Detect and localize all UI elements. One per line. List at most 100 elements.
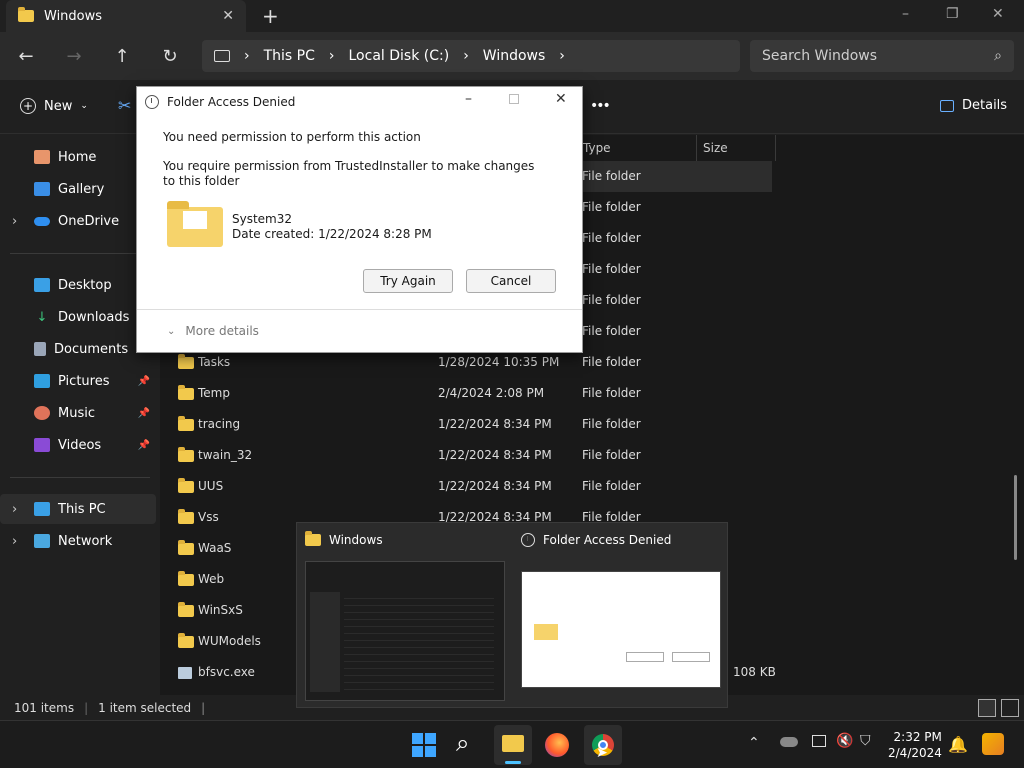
selection-count: 1 item selected [98, 701, 192, 715]
minimize-button[interactable]: – [902, 6, 909, 22]
chevron-right-icon[interactable]: › [12, 214, 17, 229]
breadcrumb-this-pc[interactable]: This PC [264, 48, 315, 64]
preview-dialog-title[interactable]: Folder Access Denied [521, 533, 671, 547]
sidebar-item-home[interactable]: Home [0, 142, 156, 172]
table-row[interactable]: twain_32 1/22/2024 8:34 PM File folder [160, 440, 772, 471]
new-button-label: New [44, 98, 73, 114]
preview-explorer-thumbnail[interactable] [305, 561, 505, 701]
explorer-tab[interactable]: Windows ✕ [6, 0, 246, 32]
details-pane-icon [940, 99, 954, 112]
folder-icon [178, 416, 194, 431]
folder-icon [167, 201, 223, 247]
music-icon [34, 406, 50, 420]
column-header-size[interactable]: Size [696, 135, 776, 161]
preview-explorer-label: Windows [329, 533, 383, 547]
preview-explorer-title[interactable]: Windows [305, 531, 383, 547]
up-button[interactable]: ↑ [106, 40, 138, 72]
sidebar-item-label: Home [58, 149, 97, 165]
table-row[interactable]: tracing 1/22/2024 8:34 PM File folder [160, 409, 772, 440]
thumbnail-folder [534, 624, 558, 640]
more-options-button[interactable]: ••• [590, 98, 611, 114]
copilot-icon[interactable] [982, 733, 1004, 755]
table-row[interactable]: Temp 2/4/2024 2:08 PM File folder [160, 378, 772, 409]
forward-button[interactable]: → [58, 40, 90, 72]
try-again-button[interactable]: Try Again [363, 269, 453, 293]
volume-muted-icon[interactable]: 🔇 [836, 733, 853, 749]
sidebar-item-network[interactable]: › Network [0, 526, 156, 556]
breadcrumb-windows[interactable]: Windows [483, 48, 546, 64]
network-icon[interactable]: ⛉ [860, 733, 871, 749]
sidebar-item-pictures[interactable]: Pictures 📌 [0, 366, 156, 396]
display-icon[interactable] [812, 735, 826, 747]
folder-icon [178, 478, 194, 493]
clock[interactable]: 2:32 PM 2/4/2024 [888, 729, 942, 761]
download-icon: ↓ [36, 309, 48, 325]
new-tab-button[interactable]: + [262, 4, 279, 28]
back-button[interactable]: ← [10, 40, 42, 72]
sidebar-item-downloads[interactable]: ↓ Downloads [0, 302, 156, 332]
thumbnail-sidebar [310, 592, 340, 692]
new-button[interactable]: + New ⌄ [20, 98, 88, 114]
pin-icon[interactable]: 📌 [138, 376, 150, 387]
sidebar-item-music[interactable]: Music 📌 [0, 398, 156, 428]
divider: | [201, 701, 206, 715]
monitor-icon [214, 50, 230, 62]
sidebar-item-desktop[interactable]: Desktop [0, 270, 156, 300]
active-indicator [505, 761, 521, 764]
maximize-button[interactable]: ❐ [946, 6, 959, 22]
pin-icon[interactable]: 📌 [138, 408, 150, 419]
search-icon: ⌕ [994, 48, 1002, 64]
dialog-close-button[interactable]: ✕ [555, 91, 567, 107]
chevron-down-icon: ⌄ [80, 101, 88, 111]
windows-logo-icon [412, 733, 423, 744]
preview-dialog-thumbnail[interactable] [521, 571, 721, 688]
sidebar-item-label: Documents [54, 341, 129, 357]
show-hidden-icons-button[interactable]: ⌃ [748, 735, 760, 751]
title-bar: Windows ✕ + – ❐ ✕ [0, 0, 1024, 32]
address-bar[interactable]: › This PC › Local Disk (C:) › Windows › [202, 40, 740, 72]
chevron-right-icon[interactable]: › [12, 502, 17, 517]
cut-icon[interactable]: ✂ [118, 96, 131, 115]
taskbar-preview-flyout: Windows Folder Access Denied [296, 522, 728, 708]
search-input[interactable]: Search Windows ⌕ [750, 40, 1014, 72]
sidebar-item-gallery[interactable]: Gallery [0, 174, 156, 204]
firefox-icon[interactable] [545, 733, 569, 757]
table-row[interactable]: UUS 1/22/2024 8:34 PM File folder [160, 471, 772, 502]
column-header-type[interactable]: Type [576, 135, 696, 161]
chevron-right-icon[interactable]: › [12, 534, 17, 549]
desktop-icon [34, 278, 50, 292]
sidebar-item-videos[interactable]: Videos 📌 [0, 430, 156, 460]
scrollbar[interactable] [1014, 475, 1017, 560]
start-button[interactable] [412, 733, 436, 757]
close-window-button[interactable]: ✕ [992, 6, 1004, 22]
clock-time: 2:32 PM [893, 730, 942, 744]
cloud-icon [34, 216, 50, 226]
dialog-minimize-button[interactable]: – [465, 91, 472, 107]
more-details-label: More details [185, 324, 259, 338]
pin-icon[interactable]: 📌 [138, 440, 150, 451]
sidebar-item-this-pc[interactable]: › This PC [0, 494, 156, 524]
sidebar-item-documents[interactable]: Documents [0, 334, 156, 364]
search-icon[interactable]: ⌕ [456, 729, 469, 757]
notification-bell-icon[interactable]: 🔔 [948, 735, 968, 754]
taskbar: ⌕ ➤ ⌃ 🔇 ⛉ 2:32 PM 2/4/2024 🔔 [0, 720, 1024, 768]
thumbnail-button [672, 652, 710, 662]
close-tab-icon[interactable]: ✕ [222, 8, 234, 24]
network-icon [34, 534, 50, 548]
folder-icon [178, 540, 194, 555]
item-count: 101 items [14, 701, 75, 715]
folder-icon [502, 735, 524, 752]
details-view-icon[interactable] [978, 699, 996, 717]
refresh-button[interactable]: ↻ [154, 40, 186, 72]
sidebar-item-onedrive[interactable]: › OneDrive [0, 206, 156, 236]
details-button[interactable]: Details [940, 98, 1007, 113]
breadcrumb-local-disk[interactable]: Local Disk (C:) [349, 48, 450, 64]
details-label: Details [962, 98, 1008, 113]
divider: | [84, 701, 89, 715]
taskbar-explorer-button[interactable] [494, 725, 532, 765]
tiles-view-icon[interactable] [1001, 699, 1019, 717]
onedrive-icon[interactable] [780, 737, 798, 747]
more-details-toggle[interactable]: ⌄ More details [167, 324, 259, 338]
cancel-button[interactable]: Cancel [466, 269, 556, 293]
divider [10, 253, 150, 254]
